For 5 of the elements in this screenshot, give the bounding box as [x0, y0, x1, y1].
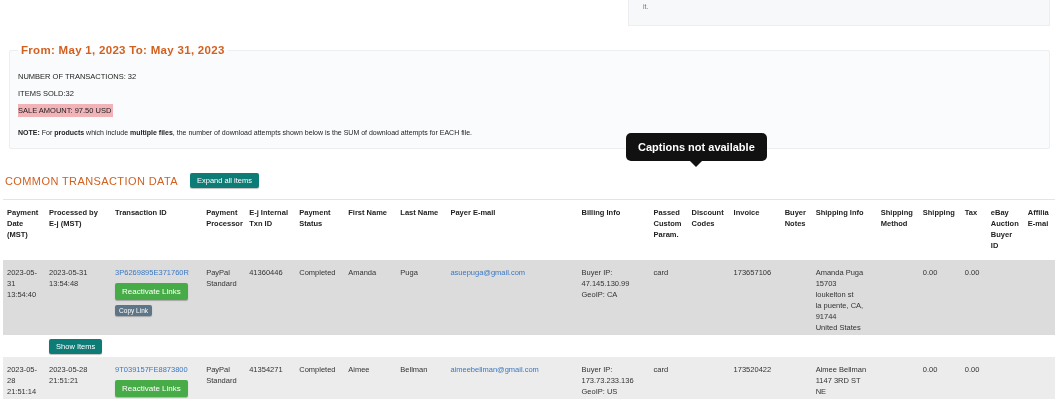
date-range-title: From: May 1, 2023 To: May 31, 2023	[20, 44, 226, 56]
reactivate-links-button[interactable]: Reactivate Links	[115, 380, 188, 397]
section-title: COMMON TRANSACTION DATA	[5, 174, 178, 187]
reactivate-links-button[interactable]: Reactivate Links	[115, 283, 188, 300]
captions-tooltip: Captions not available	[626, 133, 767, 167]
